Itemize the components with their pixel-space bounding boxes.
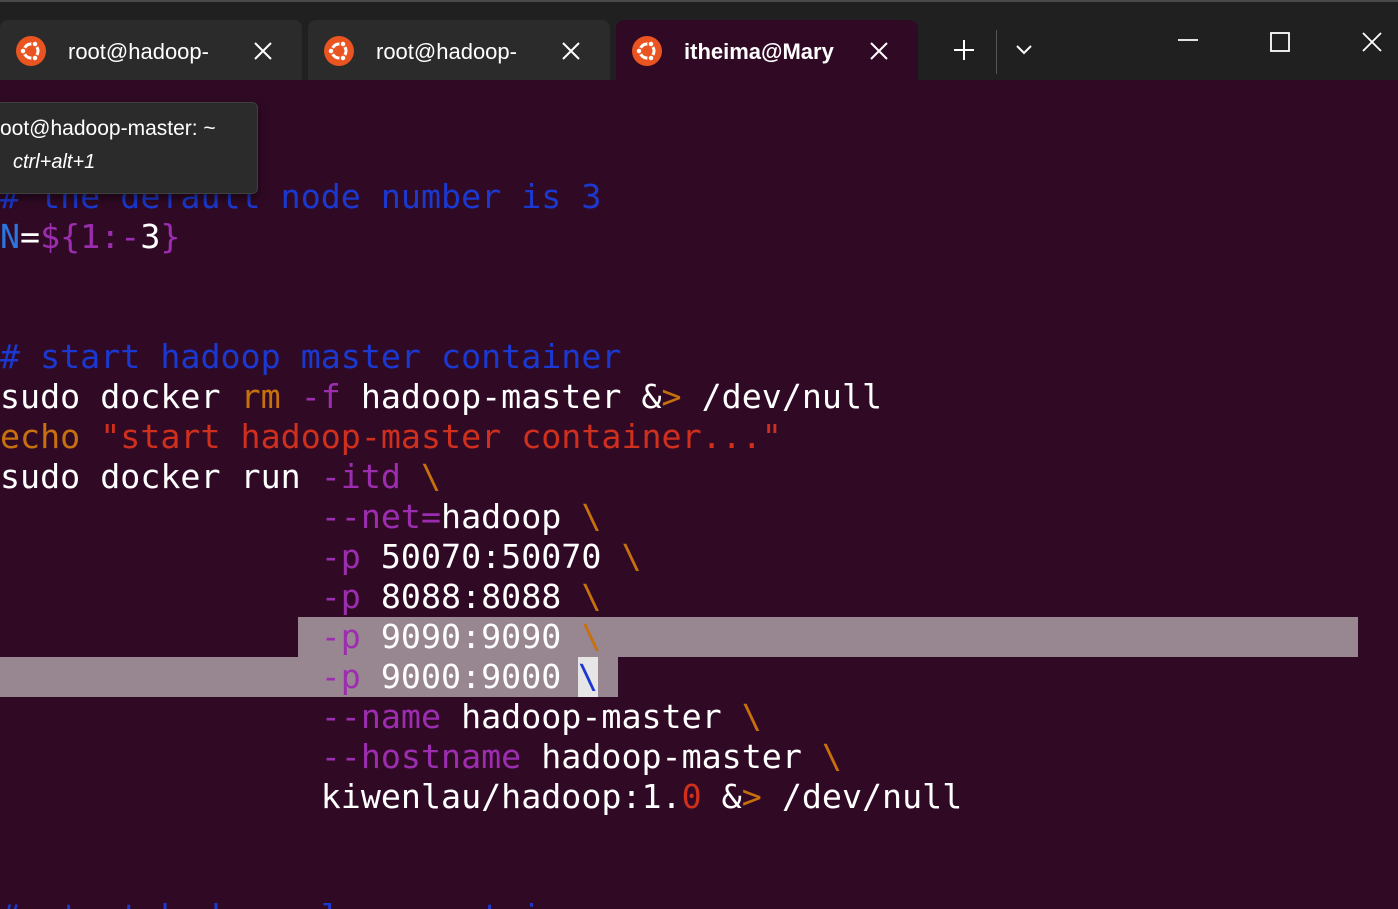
tab-tooltip: root@hadoop-master: ~ ctrl+alt+1 [0,102,258,194]
terminal-line: -p 9090:9090 \ [0,617,602,657]
code-token: & [701,777,742,816]
terminal-line: -p 8088:8088 \ [0,577,602,617]
code-token: \ [561,617,602,656]
minimize-icon[interactable] [1176,28,1200,52]
code-token: -p [320,617,361,656]
title-bar: root@hadoop- root@hadoop- itheima@Mary [0,0,1398,82]
code-token: } [160,217,181,256]
code-token: --hostname [320,737,522,776]
code-token: -p [320,657,361,696]
ubuntu-icon [324,36,354,66]
terminal-pane[interactable]: # the default node number is 3 N=${1:-3} #… [0,80,1398,909]
tab-label: root@hadoop- [68,39,209,64]
code-token: echo [0,417,81,456]
code-token: 9000:9000 [360,657,582,696]
cursor-char: \ [578,657,599,696]
code-token: hadoop-master [521,737,802,776]
terminal-line: # start hadoop master container [0,337,621,377]
terminal-line: # start hadoop slave container [0,897,601,909]
code-token: = [20,217,41,256]
tab-2[interactable]: root@hadoop- [308,20,610,82]
code-token: \ [601,537,642,576]
code-token: ${1:- [40,217,141,256]
close-icon[interactable] [560,40,582,62]
terminal-line: --hostname hadoop-master \ [0,737,842,777]
code-token: 9090:9090 [360,617,562,656]
code-token: /dev/null [681,377,883,416]
tab-separator [996,30,997,74]
tooltip-shortcut: ctrl+alt+1 [13,151,96,173]
code-token: kiwenlau/hadoop:1. [0,777,682,816]
code-token: hadoop-master & [340,377,662,416]
close-icon[interactable] [1360,30,1384,54]
code-token: \ [400,457,442,496]
code-token: rm [240,377,281,416]
chevron-down-icon[interactable] [1014,42,1034,58]
code-token: \ [561,577,602,616]
code-token: \ [561,497,602,536]
code-token: \ [801,737,842,776]
code-token: > [661,377,682,416]
code-token: > [741,777,762,816]
code-token: -p [320,577,361,616]
tab-label: root@hadoop- [376,39,517,64]
ubuntu-icon [632,36,662,66]
code-token: hadoop-master [441,697,722,736]
code-token: -itd [320,457,401,496]
code-token: 3 [140,217,161,256]
terminal-line: N=${1:-3} [0,217,180,257]
code-token: # start hadoop master container [0,337,622,376]
tooltip-title: root@hadoop-master: ~ [0,117,216,140]
code-token: /dev/null [761,777,963,816]
terminal-line: sudo docker run -itd \ [0,457,441,497]
code-token: -f [300,377,341,416]
code-token: hadoop [441,497,562,536]
terminal-line: --net=hadoop \ [0,497,602,537]
code-token: sudo docker [0,377,241,416]
code-token: --name [320,697,442,736]
close-icon[interactable] [252,40,274,62]
terminal-line: kiwenlau/hadoop:1.0 &> /dev/null [0,777,963,817]
code-token: 8088:8088 [360,577,562,616]
ubuntu-icon [16,36,46,66]
code-token: N [0,217,21,256]
terminal-line: -p 9000:9000 [0,657,581,697]
code-token: 0 [681,777,702,816]
terminal-line: echo "start hadoop-master container..." [0,417,782,457]
code-token: "start hadoop-master container..." [80,417,782,456]
code-token: 50070:50070 [360,537,602,576]
tab-3-active[interactable]: itheima@Mary [616,20,918,82]
tab-label: itheima@Mary [684,39,834,64]
code-token: \ [721,697,762,736]
terminal-line: -p 50070:50070 \ [0,537,642,577]
plus-icon[interactable] [952,38,976,62]
code-token: --net= [320,497,442,536]
close-icon[interactable] [868,40,890,62]
terminal-line: sudo docker rm -f hadoop-master &> /dev/… [0,377,882,417]
code-token: # start hadoop slave container [0,897,601,909]
code-token: -p [320,537,361,576]
code-token: sudo docker run [0,457,321,496]
tab-1[interactable]: root@hadoop- [0,20,302,82]
terminal-line: --name hadoop-master \ [0,697,762,737]
maximize-icon[interactable] [1268,30,1292,54]
